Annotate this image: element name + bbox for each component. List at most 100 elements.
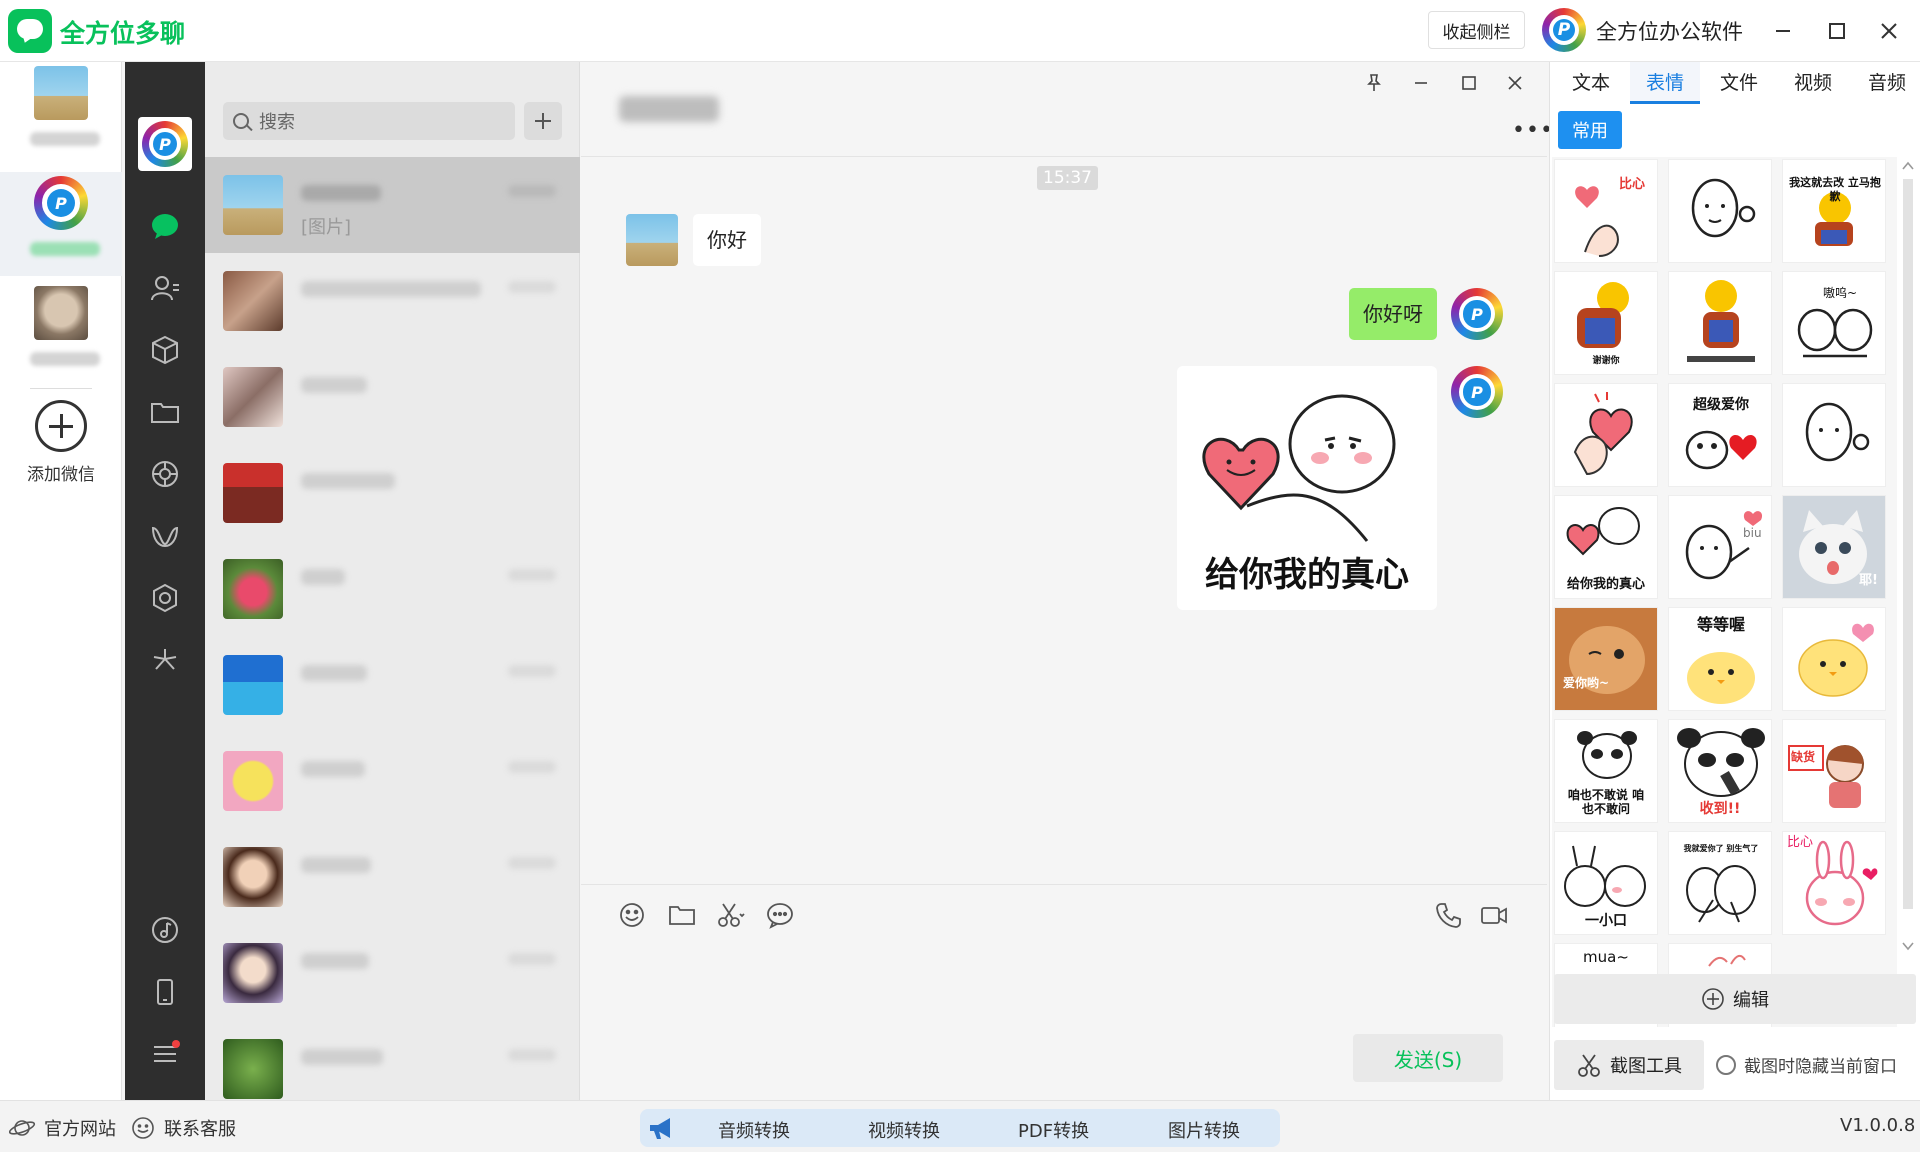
video-call-icon[interactable] — [1479, 900, 1509, 930]
collapse-sidebar-button[interactable]: 收起侧栏 — [1428, 11, 1525, 49]
conversation-item[interactable] — [205, 541, 580, 637]
maximize-window-button[interactable] — [1820, 14, 1854, 48]
emoji-icon[interactable] — [617, 900, 647, 930]
sticker-item[interactable]: 爱你哟~ — [1554, 607, 1658, 711]
category-common-button[interactable]: 常用 — [1558, 111, 1622, 149]
time-blurred — [508, 857, 556, 869]
sticker-item[interactable] — [1668, 271, 1772, 375]
conversation-item[interactable] — [205, 445, 580, 541]
sticker-item[interactable]: 缺货 — [1782, 719, 1886, 823]
sticker-message[interactable]: 给你我的真心 — [1177, 366, 1437, 610]
ok-meme-sticker — [1691, 178, 1756, 238]
account-item-active[interactable] — [0, 172, 122, 276]
contact-name-blurred — [301, 569, 345, 585]
sticker-item[interactable]: 比心 — [1782, 831, 1886, 935]
my-avatar[interactable] — [1451, 288, 1503, 340]
sticker-item[interactable]: 咱也不敢说 咱也不敢问 — [1554, 719, 1658, 823]
sticker-item[interactable]: 我这就去改 立马抱歉 — [1782, 159, 1886, 263]
tab-audio[interactable]: 音频 — [1852, 62, 1920, 104]
sticker-item[interactable]: 超级爱你 — [1668, 383, 1772, 487]
sticker-item[interactable]: 我就爱你了 别生气了 — [1668, 831, 1772, 935]
sticker-item[interactable]: 比心 — [1554, 159, 1658, 263]
sticker-scrollbar[interactable] — [1898, 157, 1918, 957]
customer-service-link[interactable]: 联系客服 — [130, 1115, 236, 1141]
sticker-caption: 等等喔 — [1696, 615, 1745, 634]
chat-history-icon[interactable] — [765, 900, 795, 930]
contact-name-blurred — [301, 473, 395, 489]
account-item[interactable] — [0, 62, 122, 166]
tab-stickers[interactable]: 表情 — [1630, 62, 1700, 104]
sticker-caption: 爱你哟~ — [1563, 676, 1610, 690]
channels-icon[interactable] — [149, 520, 181, 552]
conversation-item[interactable] — [205, 637, 580, 733]
chat-maximize-icon[interactable] — [1457, 71, 1481, 95]
conversation-item[interactable] — [205, 733, 580, 829]
tab-files[interactable]: 文件 — [1704, 62, 1774, 104]
video-convert-link[interactable]: 视频转换 — [868, 1117, 940, 1143]
sticker-item[interactable]: 给你我的真心 — [1554, 495, 1658, 599]
music-icon[interactable] — [149, 914, 181, 946]
sticker-item[interactable]: 一小口 — [1554, 831, 1658, 935]
send-button[interactable]: 发送(S) — [1353, 1034, 1503, 1082]
my-avatar[interactable] — [1451, 366, 1503, 418]
folder-icon[interactable] — [149, 396, 181, 428]
sticker-item[interactable]: 收到!! — [1668, 719, 1772, 823]
edit-stickers-button[interactable]: 编辑 — [1554, 974, 1916, 1024]
sticker-item[interactable] — [1668, 159, 1772, 263]
search-input[interactable]: 搜索 — [223, 102, 515, 140]
minimize-window-button[interactable] — [1766, 14, 1800, 48]
sticker-item[interactable]: 谢谢你 — [1554, 271, 1658, 375]
sticker-grid: 比心 我这就去改 立马抱歉 谢谢你 嗷呜~ 超级爱你 给你我的真心 biu 耶!… — [1552, 157, 1897, 1027]
mini-program-icon[interactable] — [149, 644, 181, 676]
box-icon[interactable] — [149, 334, 181, 366]
discover-icon[interactable] — [149, 582, 181, 614]
tab-video[interactable]: 视频 — [1778, 62, 1848, 104]
conversation-item[interactable] — [205, 253, 580, 349]
chat-close-icon[interactable] — [1503, 71, 1527, 95]
nav-avatar[interactable] — [138, 117, 192, 171]
contacts-icon[interactable] — [149, 272, 181, 304]
screenshot-scissors-icon[interactable] — [715, 900, 745, 930]
sticker-item[interactable]: 嗷呜~ — [1782, 271, 1886, 375]
finger-heart-sticker — [1575, 186, 1619, 257]
phone-device-icon[interactable] — [149, 976, 181, 1008]
sticker-item[interactable]: biu — [1668, 495, 1772, 599]
image-convert-link[interactable]: 图片转换 — [1168, 1117, 1240, 1143]
menu-icon[interactable] — [149, 1038, 181, 1070]
sticker-item[interactable]: 耶! — [1782, 495, 1886, 599]
contact-avatar[interactable] — [626, 214, 678, 266]
sticker-item[interactable] — [1782, 607, 1886, 711]
sticker-item[interactable] — [1782, 383, 1886, 487]
sticker-item[interactable] — [1554, 383, 1658, 487]
close-window-button[interactable] — [1872, 14, 1906, 48]
avatar — [34, 286, 88, 340]
add-account-button[interactable]: 添加微信 — [0, 400, 122, 485]
chat-contact-name-blurred — [619, 96, 719, 122]
moments-icon[interactable] — [149, 458, 181, 490]
hide-window-option[interactable]: 截图时隐藏当前窗口 — [1716, 1052, 1897, 1077]
account-name-blurred — [30, 242, 100, 256]
conversation-item[interactable] — [205, 829, 580, 925]
message-bubble-in: 你好 — [693, 214, 761, 266]
pin-icon[interactable] — [1362, 71, 1386, 95]
sticker-item[interactable]: 等等喔 — [1668, 607, 1772, 711]
search-icon — [233, 113, 249, 129]
tab-text[interactable]: 文本 — [1556, 62, 1626, 104]
chat-minimize-icon[interactable] — [1409, 71, 1433, 95]
account-item[interactable] — [0, 282, 122, 386]
conversation-item[interactable] — [205, 349, 580, 445]
conversation-item[interactable] — [205, 1021, 580, 1100]
conversation-item-active[interactable]: [图片] — [205, 157, 580, 253]
sticker-caption: 一小口 — [1585, 913, 1627, 929]
hide-window-radio[interactable] — [1716, 1054, 1736, 1075]
voice-call-icon[interactable] — [1434, 900, 1464, 930]
add-chat-button[interactable] — [524, 102, 562, 140]
chat-icon[interactable] — [149, 210, 181, 242]
screenshot-tool-button[interactable]: 截图工具 — [1554, 1040, 1704, 1090]
official-website-link[interactable]: 官方网站 — [8, 1115, 116, 1141]
conversation-item[interactable] — [205, 925, 580, 1021]
pdf-convert-link[interactable]: PDF转换 — [1018, 1117, 1089, 1143]
audio-convert-link[interactable]: 音频转换 — [718, 1117, 790, 1143]
more-options-icon[interactable]: ••• — [1512, 118, 1554, 143]
file-icon[interactable] — [667, 900, 697, 930]
